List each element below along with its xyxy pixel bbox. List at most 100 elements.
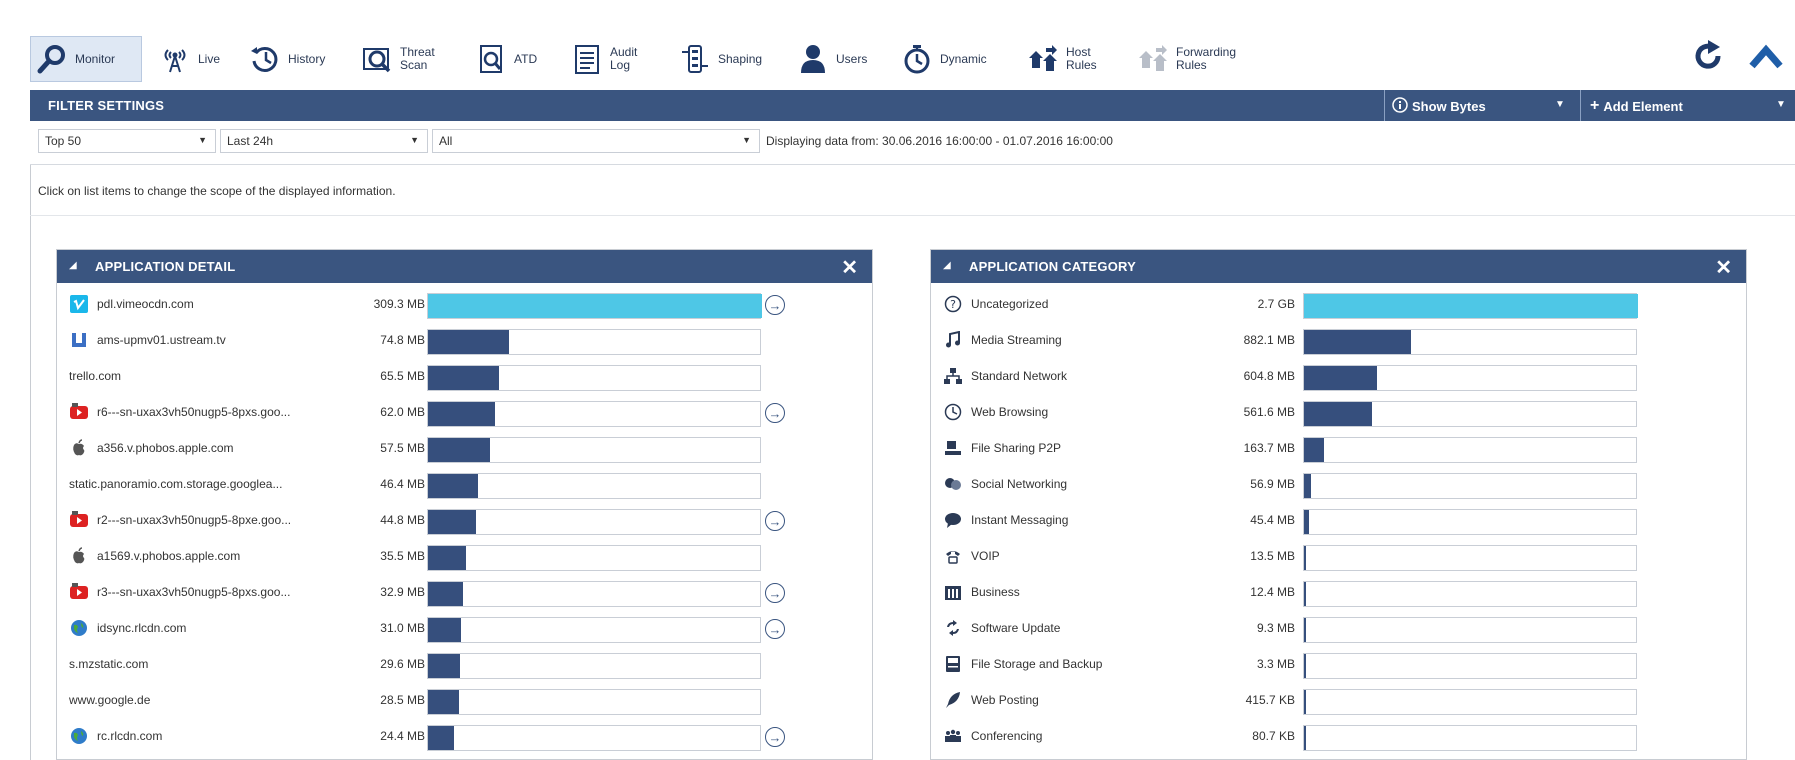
drill-down-arrow-icon[interactable]: →	[765, 583, 785, 603]
drill-down-arrow-icon[interactable]: →	[765, 727, 785, 747]
app-detail-bar	[428, 510, 477, 534]
toolbar-host-rules-button[interactable]: Host Rules	[1026, 36, 1097, 82]
app-detail-bar-track	[427, 545, 761, 571]
app-category-row[interactable]: File Storage and Backup 3.3 MB	[931, 647, 1746, 683]
app-category-row[interactable]: Web Posting 415.7 KB	[931, 683, 1746, 719]
app-detail-row[interactable]: s.mzstatic.com 29.6 MB	[57, 647, 872, 683]
app-detail-row[interactable]: a1569.v.phobos.apple.com 35.5 MB	[57, 539, 872, 575]
app-detail-name: ams-upmv01.ustream.tv	[97, 333, 226, 347]
app-detail-row[interactable]: www.google.de 28.5 MB	[57, 683, 872, 719]
app-category-name: Web Browsing	[971, 405, 1049, 419]
app-detail-bar-track	[427, 365, 761, 391]
add-element-dropdown[interactable]: + Add Element	[1590, 97, 1683, 115]
app-detail-row[interactable]: r3---sn-uxax3vh50nugp5-8pxs.goo... 32.9 M…	[57, 575, 872, 611]
app-category-row[interactable]: Web Browsing 561.6 MB	[931, 395, 1746, 431]
app-category-row[interactable]: Business 12.4 MB	[931, 575, 1746, 611]
chat-bubble-icon	[943, 510, 963, 530]
app-category-name: Media Streaming	[971, 333, 1062, 347]
app-category-row[interactable]: File Sharing P2P 163.7 MB	[931, 431, 1746, 467]
close-icon[interactable]: ✕	[841, 255, 858, 280]
app-detail-row[interactable]: idsync.rlcdn.com 31.0 MB →	[57, 611, 872, 647]
toolbar-dynamic-label: Dynamic	[940, 51, 987, 66]
show-bytes-dropdown[interactable]: Show Bytes	[1392, 97, 1486, 116]
network-icon	[943, 366, 963, 386]
app-category-row[interactable]: ? Uncategorized 2.7 GB	[931, 287, 1746, 323]
app-detail-row[interactable]: ams-upmv01.ustream.tv 74.8 MB	[57, 323, 872, 359]
app-detail-value: 31.0 MB	[380, 621, 425, 635]
app-detail-bar-track	[427, 401, 761, 427]
chevron-down-icon: ▼	[410, 135, 419, 145]
app-detail-bar-track	[427, 581, 761, 607]
app-category-name: VOIP	[971, 549, 1000, 563]
app-detail-name: a1569.v.phobos.apple.com	[97, 549, 241, 563]
app-detail-bar	[428, 402, 495, 426]
toolbar-live-button[interactable]: Live	[158, 36, 220, 82]
history-clock-icon	[248, 42, 282, 76]
add-element-label: Add Element	[1603, 98, 1683, 114]
refresh-button[interactable]	[1690, 38, 1726, 79]
toolbar-forwarding-rules-button[interactable]: Forwarding Rules	[1136, 36, 1236, 82]
app-category-bar-track	[1303, 725, 1637, 751]
collapse-triangle-icon[interactable]: ◢	[69, 260, 77, 271]
app-category-row[interactable]: Software Update 9.3 MB	[931, 611, 1746, 647]
app-detail-bar-track	[427, 437, 761, 463]
app-detail-name: pdl.vimeocdn.com	[97, 297, 194, 311]
app-detail-row[interactable]: rc.rlcdn.com 24.4 MB →	[57, 719, 872, 755]
audit-log-icon	[570, 42, 604, 76]
ustream-icon	[69, 330, 89, 350]
app-category-row[interactable]: Media Streaming 882.1 MB	[931, 323, 1746, 359]
add-element-caret-icon[interactable]: ▼	[1776, 99, 1786, 110]
app-detail-name: r3---sn-uxax3vh50nugp5-8pxs.goo...	[97, 585, 291, 599]
app-detail-bar-track	[427, 473, 761, 499]
collapse-triangle-icon[interactable]: ◢	[943, 260, 951, 271]
app-category-bar	[1304, 330, 1411, 354]
app-category-row[interactable]: Social Networking 56.9 MB	[931, 467, 1746, 503]
drill-down-arrow-icon[interactable]: →	[765, 403, 785, 423]
app-detail-bar	[428, 654, 461, 678]
app-detail-value: 74.8 MB	[380, 333, 425, 347]
app-category-value: 415.7 KB	[1245, 693, 1295, 707]
app-detail-value: 32.9 MB	[380, 585, 425, 599]
app-category-row[interactable]: VOIP 13.5 MB	[931, 539, 1746, 575]
toolbar-monitor-button[interactable]: Monitor	[30, 36, 142, 82]
show-bytes-caret-icon[interactable]: ▼	[1555, 99, 1565, 110]
plus-icon: +	[1590, 97, 1600, 114]
music-note-icon	[943, 330, 963, 350]
app-detail-row[interactable]: r6---sn-uxax3vh50nugp5-8pxs.goo... 62.0 M…	[57, 395, 872, 431]
close-icon[interactable]: ✕	[1715, 255, 1732, 280]
app-category-row[interactable]: Conferencing 80.7 KB	[931, 719, 1746, 755]
collapse-toolbar-button[interactable]	[1748, 38, 1784, 79]
toolbar-dynamic-button[interactable]: Dynamic	[900, 36, 987, 82]
app-category-bar	[1304, 726, 1306, 750]
app-detail-row[interactable]: pdl.vimeocdn.com 309.3 MB →	[57, 287, 872, 323]
app-category-value: 45.4 MB	[1250, 513, 1295, 527]
toolbar-audit-log-button[interactable]: Audit Log	[570, 36, 637, 82]
filter-controls: Top 50 ▼ Last 24h ▼ All ▼ Displaying dat…	[30, 121, 1795, 165]
toolbar-history-button[interactable]: History	[248, 36, 325, 82]
app-category-bar-track	[1303, 329, 1637, 355]
app-detail-row[interactable]: trello.com 65.5 MB	[57, 359, 872, 395]
app-detail-value: 44.8 MB	[380, 513, 425, 527]
main-toolbar: Monitor Live History Threat Scan ATD Aud…	[30, 28, 1795, 90]
scope-select[interactable]: All ▼	[432, 129, 760, 153]
top-n-select[interactable]: Top 50 ▼	[38, 129, 216, 153]
time-range-select[interactable]: Last 24h ▼	[220, 129, 428, 153]
app-category-row[interactable]: Standard Network 604.8 MB	[931, 359, 1746, 395]
toolbar-atd-button[interactable]: ATD	[474, 36, 537, 82]
drill-down-arrow-icon[interactable]: →	[765, 295, 785, 315]
app-category-bar-track	[1303, 509, 1637, 535]
app-detail-name: s.mzstatic.com	[69, 657, 149, 671]
toolbar-users-button[interactable]: Users	[796, 36, 867, 82]
app-detail-row[interactable]: r2---sn-uxax3vh50nugp5-8pxe.goo... 44.8 M…	[57, 503, 872, 539]
drill-down-arrow-icon[interactable]: →	[765, 511, 785, 531]
shaping-icon	[678, 42, 712, 76]
toolbar-shaping-button[interactable]: Shaping	[678, 36, 762, 82]
app-detail-row[interactable]: a356.v.phobos.apple.com 57.5 MB	[57, 431, 872, 467]
application-category-list: ? Uncategorized 2.7 GB Media Streaming 882.1…	[931, 283, 1746, 755]
app-detail-row[interactable]: static.panoramio.com.storage.googlea... 4…	[57, 467, 872, 503]
app-category-row[interactable]: Instant Messaging 45.4 MB	[931, 503, 1746, 539]
app-category-bar-track	[1303, 437, 1637, 463]
filter-settings-title: FILTER SETTINGS	[48, 98, 165, 113]
drill-down-arrow-icon[interactable]: →	[765, 619, 785, 639]
toolbar-threat-scan-button[interactable]: Threat Scan	[360, 36, 435, 82]
